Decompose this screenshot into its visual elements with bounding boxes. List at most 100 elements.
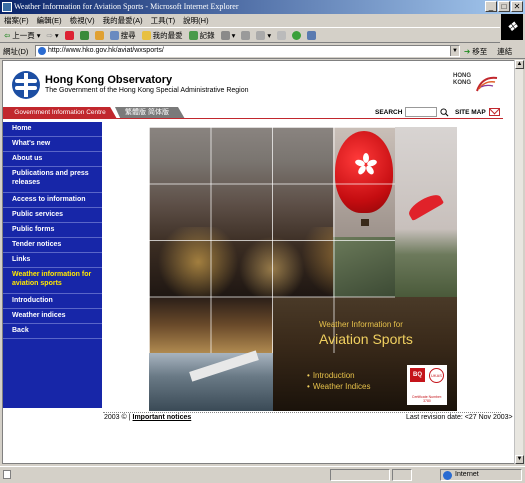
page-icon (38, 47, 46, 55)
sidebar-item-links[interactable]: Links (3, 253, 102, 268)
forward-button[interactable]: ⇨ ▾ (47, 31, 59, 40)
back-arrow-icon: ⇦ (4, 30, 11, 40)
scroll-down-button[interactable]: ▼ (515, 455, 524, 464)
address-url: http://www.hko.gov.hk/aviat/wxsports/ (48, 47, 164, 54)
refresh-icon (79, 30, 89, 40)
glider-photo (149, 353, 273, 411)
brand-text: HONG KONG (453, 73, 471, 86)
maximize-button[interactable]: □ (498, 1, 510, 12)
sidebar-item-access-info[interactable]: Access to information (3, 193, 102, 208)
certificate-number: Certificate Number: 3780 (411, 395, 443, 403)
chevron-down-icon: ▾ (36, 30, 41, 40)
hero-title-line2: Aviation Sports (319, 331, 413, 347)
minimize-button[interactable]: _ (485, 1, 497, 12)
refresh-button[interactable] (79, 30, 89, 40)
messenger-button[interactable] (292, 30, 302, 40)
go-label: 移至 (472, 46, 488, 56)
menu-bar: 檔案(F) 編輯(E) 檢視(V) 我的最愛(A) 工具(T) 說明(H) (0, 14, 525, 27)
home-icon (94, 30, 104, 40)
search-label: SEARCH (375, 109, 403, 116)
back-label: 上一頁 (12, 30, 35, 40)
discuss-icon (277, 30, 287, 40)
status-pane-security (392, 469, 412, 481)
ukas-mark: UKAS (429, 368, 444, 383)
stop-button[interactable] (64, 30, 74, 40)
address-dropdown-icon[interactable]: ▼ (450, 46, 459, 56)
window-controls: _ □ ✕ (485, 1, 523, 12)
sidebar-item-tender-notices[interactable]: Tender notices (3, 238, 102, 253)
close-button[interactable]: ✕ (511, 1, 523, 12)
site-map-link[interactable]: SITE MAP (455, 109, 486, 116)
windows-logo-icon: ❖ (506, 19, 518, 34)
ie-app-icon[interactable] (2, 2, 12, 12)
back-button[interactable]: ⇦ 上一頁 ▾ (4, 30, 41, 41)
mail-button[interactable]: ▾ (220, 30, 235, 40)
menu-view[interactable]: 檢視(V) (70, 15, 95, 26)
research-icon (307, 30, 317, 40)
sidebar-item-whats-new[interactable]: What's new (3, 137, 102, 152)
mail-icon (220, 30, 230, 40)
footer-divider (103, 412, 501, 413)
search-button[interactable]: 搜尋 (109, 30, 136, 41)
scroll-up-button[interactable]: ▲ (515, 60, 524, 69)
nav-divider (3, 118, 503, 119)
hero-collage: Weather Information for Aviation Sports … (149, 127, 457, 411)
copyright-year: 2003 © (104, 414, 127, 421)
go-button[interactable]: ➔ 移至 (464, 46, 487, 57)
discuss-button[interactable] (277, 30, 287, 40)
print-button[interactable] (241, 30, 251, 40)
sidebar-item-publications[interactable]: Publications and press releases (3, 167, 102, 193)
sidebar-item-about-us[interactable]: About us (3, 152, 102, 167)
hero-link-weather-indices-label: Weather Indices (312, 382, 371, 391)
menu-help[interactable]: 說明(H) (183, 15, 208, 26)
logo-bar (24, 73, 28, 97)
menu-file[interactable]: 檔案(F) (4, 15, 29, 26)
title-bar: Weather Information for Aviation Sports … (0, 0, 525, 14)
research-button[interactable] (307, 30, 317, 40)
bullet-icon: • (307, 382, 310, 391)
links-button[interactable]: 連結 (497, 46, 512, 57)
ie-throbber: ❖ (501, 14, 523, 40)
status-pane-progress (330, 469, 390, 481)
vertical-scrollbar[interactable]: ▲ ▼ (514, 60, 524, 464)
edit-icon (256, 30, 266, 40)
hko-logo[interactable] (12, 71, 40, 99)
favorites-label: 我的最愛 (152, 30, 183, 40)
mail-icon[interactable] (489, 108, 500, 116)
address-bar: 網址(D) http://www.hko.gov.hk/aviat/wxspor… (0, 44, 525, 59)
hero-link-weather-indices[interactable]: • Weather Indices (307, 382, 370, 391)
important-notices-link[interactable]: Important notices (133, 414, 192, 421)
hero-link-introduction[interactable]: • Introduction (307, 371, 355, 380)
sidebar-item-aviation-sports[interactable]: Weather information for aviation sports (3, 268, 102, 294)
top-nav-bar: Government Information Centre 繁體版 简体版 SE… (3, 107, 515, 119)
menu-favorites[interactable]: 我的最愛(A) (103, 15, 143, 26)
sidebar-item-public-services[interactable]: Public services (3, 208, 102, 223)
sidebar-item-weather-indices[interactable]: Weather indices (3, 309, 102, 324)
edit-button[interactable]: ▾ (256, 30, 271, 40)
last-revision-date: Last revision date: <27 Nov 2003> (406, 414, 513, 421)
sidebar-item-public-forms[interactable]: Public forms (3, 223, 102, 238)
site-title[interactable]: Hong Kong Observatory (45, 74, 172, 86)
favorites-button[interactable]: 我的最愛 (141, 30, 183, 41)
window-title: Weather Information for Aviation Sports … (14, 2, 239, 11)
menu-tools[interactable]: 工具(T) (151, 15, 176, 26)
history-button[interactable]: 記錄 (188, 30, 215, 41)
internet-globe-icon (443, 471, 452, 480)
page-viewport: Hong Kong Observatory The Government of … (2, 60, 516, 464)
history-icon (188, 30, 198, 40)
site-subtitle: The Government of the Hong Kong Special … (45, 87, 249, 94)
sidebar: Home What's new About us Publications an… (3, 122, 102, 408)
search-icon[interactable] (440, 108, 449, 117)
sidebar-item-back[interactable]: Back (3, 324, 102, 339)
sidebar-item-home[interactable]: Home (3, 122, 102, 137)
hero-link-introduction-label: Introduction (312, 371, 355, 380)
hero-title-line1: Weather Information for (319, 320, 403, 329)
brand-hong-kong-logo[interactable]: HONG KONG (453, 71, 505, 97)
home-button[interactable] (94, 30, 104, 40)
site-search-input[interactable] (405, 107, 437, 117)
print-icon (241, 30, 251, 40)
menu-edit[interactable]: 編輯(E) (37, 15, 62, 26)
address-input[interactable]: http://www.hko.gov.hk/aviat/wxsports/ ▼ (35, 45, 460, 57)
sidebar-item-introduction[interactable]: Introduction (3, 294, 102, 309)
favorites-icon (141, 30, 151, 40)
